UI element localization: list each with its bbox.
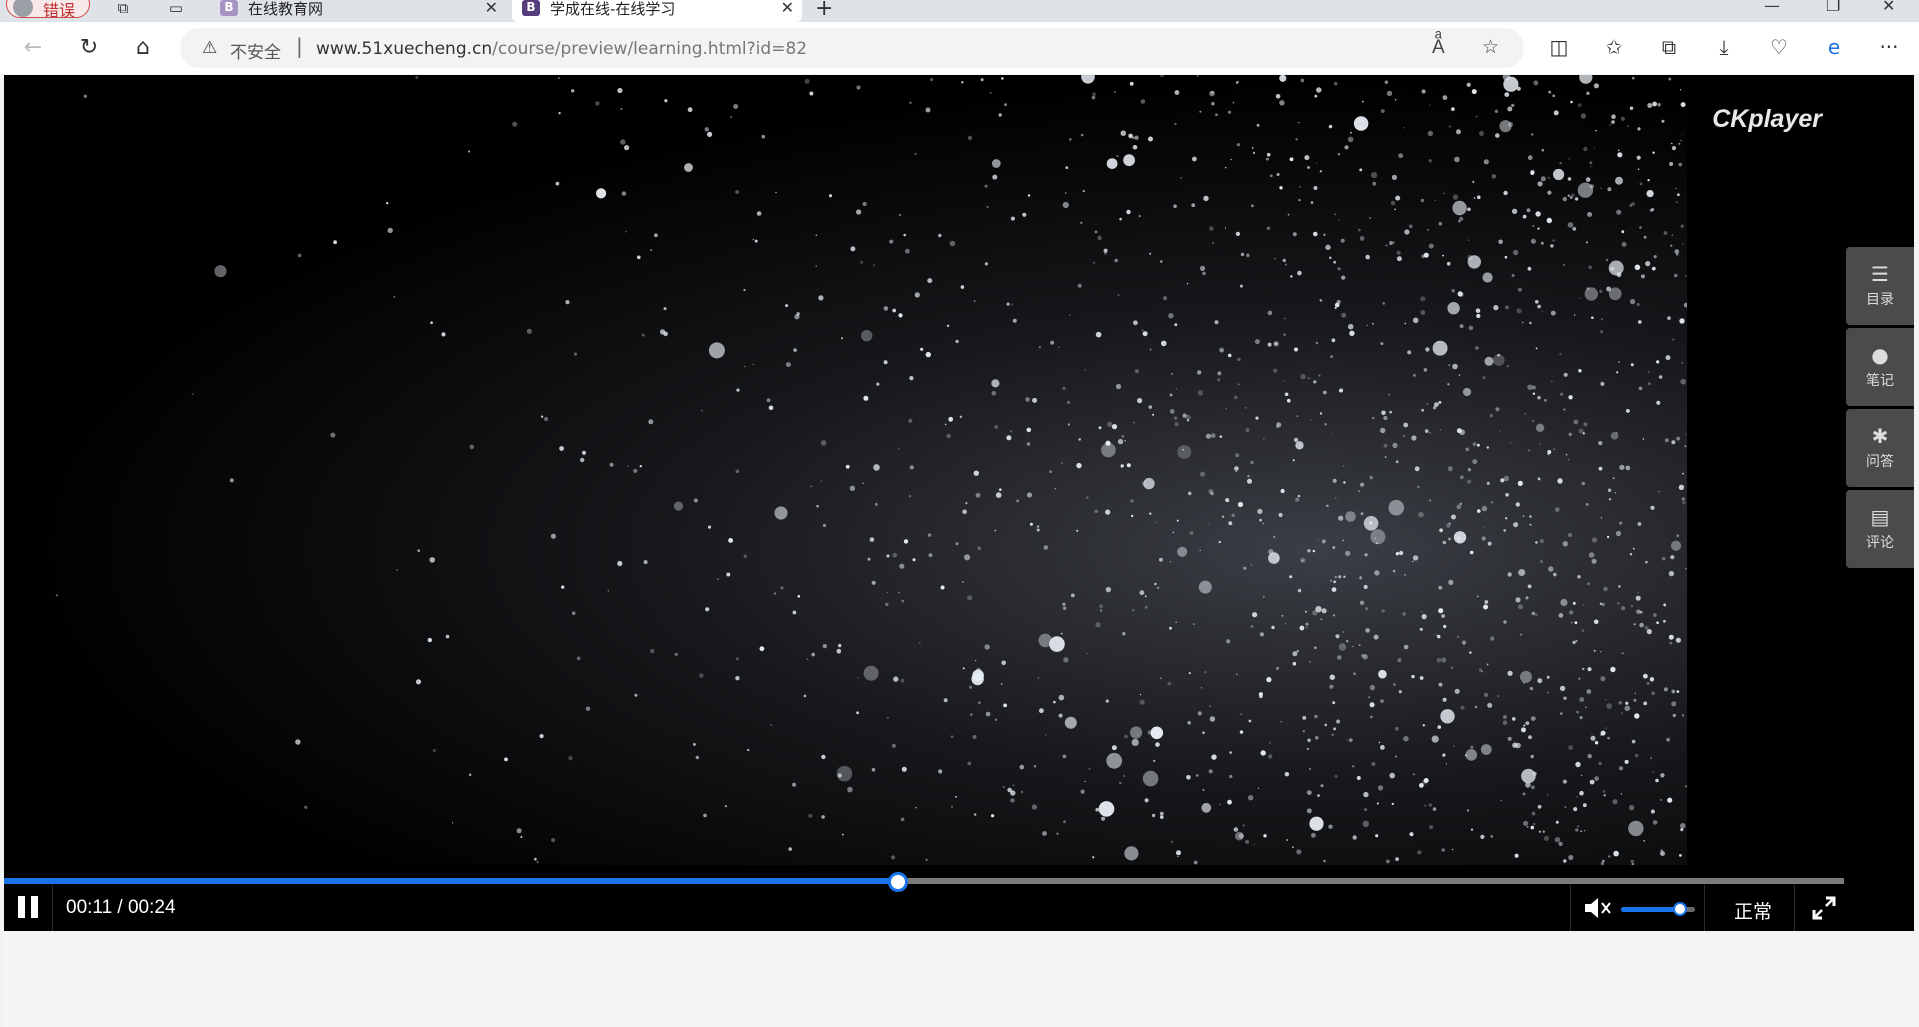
control-bar: 00:11 / 00:24 正常 [4,885,1914,931]
download-icon[interactable]: ⤓ [1710,35,1738,59]
video-content [55,75,1687,865]
star-icon[interactable]: ☆ [1482,36,1499,58]
divider [1704,885,1705,931]
read-aloud-icon[interactable]: Aͣ [1432,36,1445,59]
side-menu: ☰ 目录 ● 笔记 ✱ 问答 ▤ 评论 [1846,247,1914,571]
bootstrap-favicon-icon: B [522,0,540,16]
address-bar[interactable]: ⚠ 不安全 | www.51xuecheng.cn/course/preview… [180,28,1524,68]
warning-icon[interactable]: ⚠ [202,38,217,58]
home-icon[interactable]: ⌂ [128,34,158,62]
close-window-icon[interactable]: ✕ [1882,0,1895,15]
video-frame[interactable] [4,75,1687,865]
page-content-area [4,932,1914,1027]
separator: | [296,34,303,58]
volume-fill [1621,907,1681,912]
divider [1570,885,1571,931]
pause-button[interactable] [14,893,42,921]
minimize-icon[interactable]: — [1764,0,1780,15]
gear-icon: ✱ [1871,424,1889,448]
edge-icon[interactable]: e [1820,35,1848,59]
user-icon: ● [1871,343,1889,367]
mute-icon[interactable] [1582,895,1612,921]
volume-slider[interactable] [1621,902,1695,916]
side-item-label: 问答 [1866,454,1894,470]
profile-button[interactable]: 错误 [6,0,90,20]
avatar-icon [13,0,33,17]
side-item-label: 评论 [1866,535,1894,551]
back-icon[interactable]: ← [18,34,48,62]
side-item-qa[interactable]: ✱ 问答 [1846,409,1914,487]
split-screen-icon[interactable]: ◫ [1545,35,1573,59]
tab-online-education[interactable]: B 在线教育网 ✕ [210,0,506,22]
more-icon[interactable]: ··· [1875,35,1903,59]
url-text[interactable]: www.51xuecheng.cn/course/preview/learnin… [316,39,807,59]
progress-fill [4,878,899,884]
favorites-icon[interactable]: ✩ [1600,35,1628,59]
divider [1794,885,1795,931]
close-tab-icon[interactable]: ✕ [781,0,794,17]
tab-online-learning[interactable]: B 学成在线-在线学习 ✕ [512,0,802,22]
side-item-label: 目录 [1866,292,1894,308]
fullscreen-icon[interactable] [1810,894,1838,922]
security-label[interactable]: 不安全 [230,38,281,63]
restore-icon[interactable]: ❐ [1826,0,1840,15]
playback-speed-button[interactable]: 正常 [1734,897,1772,924]
tab-title: 学成在线-在线学习 [550,0,676,18]
tab-title: 在线教育网 [248,0,324,18]
collections-icon[interactable]: ⧉ [1655,35,1683,59]
bootstrap-favicon-icon: B [220,0,238,16]
new-tab-icon[interactable]: + [815,0,833,21]
list-icon: ☰ [1871,262,1889,286]
side-item-comments[interactable]: ▤ 评论 [1846,490,1914,568]
navigation-bar: ← ↻ ⌂ ⚠ 不安全 | www.51xuecheng.cn/course/p… [0,22,1919,74]
time-display: 00:11 / 00:24 [66,897,176,918]
pause-icon-bar [31,896,38,918]
document-icon: ▤ [1870,505,1890,529]
tab-actions-icon[interactable]: ▭ [165,0,187,20]
video-player[interactable]: CKplayer ☰ 目录 ● 笔记 ✱ 问答 ▤ 评论 00:11 / 00:… [4,75,1914,931]
side-item-notes[interactable]: ● 笔记 [1846,328,1914,406]
divider [52,885,53,931]
side-item-catalog[interactable]: ☰ 目录 [1846,247,1914,325]
profile-label: 错误 [43,1,76,20]
side-item-label: 笔记 [1866,373,1894,389]
workspaces-icon[interactable]: ⧉ [112,0,134,20]
url-host: www.51xuecheng.cn [316,39,493,59]
progress-bar[interactable] [4,872,1844,892]
refresh-icon[interactable]: ↻ [74,34,104,62]
url-path: /course/preview/learning.html?id=82 [492,39,808,59]
close-tab-icon[interactable]: ✕ [485,0,498,17]
tab-strip: 错误 ⧉ ▭ B 在线教育网 ✕ B 学成在线-在线学习 ✕ + — ❐ ✕ [0,0,1919,22]
pause-icon [18,896,25,918]
player-logo: CKplayer [1712,105,1822,133]
browser-essentials-icon[interactable]: ♡ [1765,35,1793,59]
volume-handle[interactable] [1673,902,1688,916]
